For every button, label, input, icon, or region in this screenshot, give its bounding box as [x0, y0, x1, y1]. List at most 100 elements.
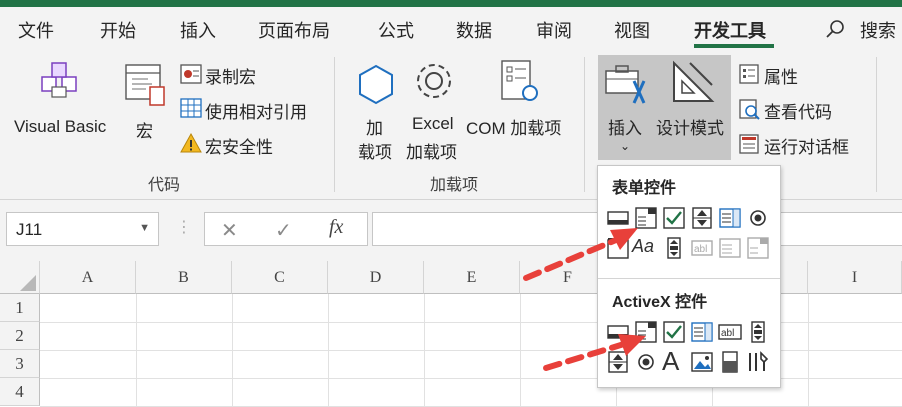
- tab-review[interactable]: 审阅: [536, 17, 572, 43]
- addins-button[interactable]: 加 载项: [350, 55, 402, 162]
- form-spin-button-icon[interactable]: [690, 206, 714, 230]
- title-bar-strip: [0, 0, 902, 7]
- excel-addins-label-2: 加载项: [406, 143, 457, 162]
- form-combo-dropdown-icon-disabled: [746, 236, 770, 260]
- column-header[interactable]: I: [808, 261, 902, 294]
- row-header[interactable]: 2: [0, 322, 40, 350]
- row-header[interactable]: 4: [0, 378, 40, 406]
- relative-reference-icon: [180, 97, 202, 124]
- tab-page-layout[interactable]: 页面布局: [258, 17, 330, 43]
- record-macro-button[interactable]: 录制宏: [205, 63, 256, 88]
- form-list-box-icon[interactable]: [718, 206, 742, 230]
- com-addins-label: COM 加载项: [466, 119, 562, 138]
- tab-home[interactable]: 开始: [100, 17, 136, 43]
- visual-basic-icon: [38, 57, 82, 106]
- row-header[interactable]: 3: [0, 350, 40, 378]
- insert-function-icon[interactable]: fx: [329, 216, 343, 239]
- form-combo-list-icon-disabled: [718, 236, 742, 260]
- toolbox-icon: [604, 63, 650, 112]
- relative-reference-button[interactable]: 使用相对引用: [205, 98, 307, 123]
- gridline: [232, 294, 233, 407]
- tab-file[interactable]: 文件: [18, 17, 54, 43]
- formula-buttons: ✕ ✓ fx: [204, 212, 368, 246]
- record-macro-icon: [180, 63, 202, 90]
- form-controls-title: 表单控件: [612, 180, 677, 197]
- group-separator: [876, 57, 877, 192]
- select-all-corner[interactable]: [0, 261, 40, 294]
- macros-icon: [124, 61, 168, 112]
- svg-text:abl: abl: [694, 244, 707, 255]
- visual-basic-button[interactable]: Visual Basic: [10, 55, 118, 160]
- form-checkbox-icon[interactable]: [662, 206, 686, 230]
- annotation-arrow-activex-combo: [540, 326, 650, 381]
- annotation-arrow-form-combo: [520, 218, 640, 293]
- row-header[interactable]: 1: [0, 294, 40, 322]
- com-addins-icon: [498, 59, 542, 110]
- svg-text:abl: abl: [721, 328, 734, 339]
- activex-scroll-bar-icon[interactable]: [746, 320, 770, 344]
- macros-label: 宏: [136, 122, 153, 141]
- run-dialog-icon: [738, 133, 760, 160]
- form-scroll-bar-icon[interactable]: [662, 236, 686, 260]
- ribbon-tabs: 文件 开始 插入 页面布局 公式 数据 审阅 视图 开发工具 搜索: [0, 7, 902, 49]
- column-header[interactable]: D: [328, 261, 424, 294]
- gear-icon: [412, 59, 456, 108]
- search-label[interactable]: 搜索: [860, 17, 896, 43]
- macros-button[interactable]: 宏: [120, 55, 172, 160]
- view-code-icon: [738, 98, 760, 125]
- chevron-down-icon[interactable]: ▼: [139, 222, 150, 234]
- chevron-down-icon: ⌄: [620, 139, 631, 153]
- design-mode-label: 设计模式: [656, 119, 724, 138]
- column-header[interactable]: B: [136, 261, 232, 294]
- insert-control-label: 插入: [608, 119, 642, 138]
- search-icon[interactable]: [824, 19, 846, 46]
- form-text-field-icon-disabled: abl: [690, 236, 714, 260]
- active-tab-indicator: [694, 44, 774, 48]
- tab-developer[interactable]: 开发工具: [694, 17, 766, 43]
- insert-control-button[interactable]: 插入 ⌄: [600, 55, 654, 160]
- code-group-label: 代码: [148, 177, 181, 194]
- tab-view[interactable]: 视图: [614, 17, 650, 43]
- macro-security-button[interactable]: 宏安全性: [205, 133, 273, 158]
- design-mode-ruler-icon: [670, 59, 716, 110]
- activex-image-icon[interactable]: [690, 350, 714, 374]
- name-box-value: J11: [16, 220, 43, 239]
- activex-list-box-icon[interactable]: [690, 320, 714, 344]
- addins-label-2: 载项: [358, 143, 392, 162]
- gridline: [520, 294, 521, 407]
- gridline: [424, 294, 425, 407]
- column-header[interactable]: A: [40, 261, 136, 294]
- run-dialog-button[interactable]: 运行对话框: [764, 133, 849, 158]
- activex-toggle-button-icon[interactable]: [718, 350, 742, 374]
- properties-button[interactable]: 属性: [764, 63, 798, 88]
- properties-icon: [738, 63, 760, 90]
- view-code-button[interactable]: 查看代码: [764, 98, 832, 123]
- activex-text-box-icon[interactable]: abl: [718, 320, 742, 344]
- visual-basic-label: Visual Basic: [14, 117, 107, 136]
- excel-addins-label-1: Excel: [412, 114, 454, 133]
- addins-group-label: 加载项: [430, 177, 479, 194]
- form-option-button-icon[interactable]: [746, 206, 770, 230]
- drag-handle-icon[interactable]: ⋮: [176, 217, 192, 237]
- group-separator: [584, 57, 585, 192]
- column-header[interactable]: E: [424, 261, 520, 294]
- cancel-icon[interactable]: ✕: [221, 218, 238, 243]
- column-header[interactable]: C: [232, 261, 328, 294]
- tab-insert[interactable]: 插入: [180, 17, 216, 43]
- addins-hexagon-icon: [354, 63, 398, 112]
- tab-data[interactable]: 数据: [456, 17, 492, 43]
- group-separator: [334, 57, 335, 192]
- enter-icon[interactable]: ✓: [275, 218, 292, 243]
- tab-formulas[interactable]: 公式: [378, 17, 414, 43]
- warning-icon: [180, 132, 202, 158]
- design-mode-button[interactable]: 设计模式: [656, 55, 730, 160]
- com-addins-button[interactable]: COM 加载项: [466, 55, 574, 160]
- activex-more-controls-icon[interactable]: [746, 350, 770, 374]
- activex-checkbox-icon[interactable]: [662, 320, 686, 344]
- addins-label-1: 加: [366, 119, 383, 138]
- gridline: [328, 294, 329, 407]
- gridline: [808, 294, 809, 407]
- name-box[interactable]: J11 ▼: [6, 212, 159, 246]
- excel-addins-button[interactable]: Excel 加载项: [404, 55, 464, 162]
- activex-label-icon[interactable]: A: [662, 346, 686, 376]
